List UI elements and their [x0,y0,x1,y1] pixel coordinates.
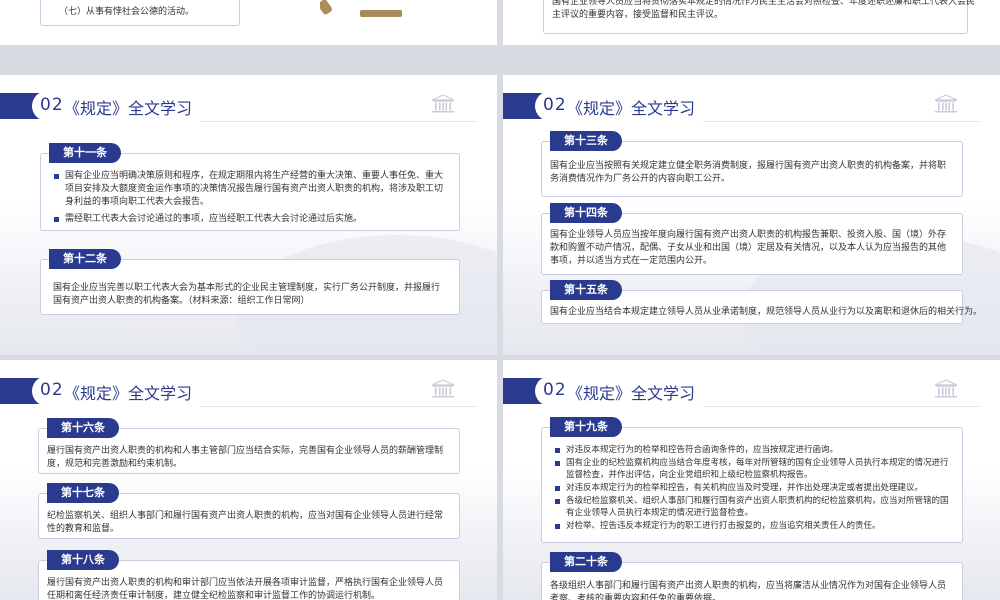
building-icon [934,379,958,399]
section-title: 《规定》全文学习 [64,99,193,118]
article-16-label: 第十六条 [47,418,119,438]
article-16-card: 第十六条 履行国有资产出资人职责的机构和人事主管部门应当结合实际，完善国有企业领… [38,418,460,474]
article-12-card: 第十二条 国有企业应当完善以职工代表大会为基本形式的企业民主管理制度，实行厂务公… [40,249,460,315]
article-20-label: 第二十条 [550,552,622,572]
article-19-bullet-4: 各级纪检监察机关、组织人事部门和履行国有资产出资人职责机构的纪检监察机构，应当对… [554,495,950,519]
article-10-line-1: 国有企业领导人员应当将贯彻落实本规定的情况作为民主生活会对照检查、年度述职述廉和… [552,0,976,7]
article-20-card: 第二十条 各级组织人事部门和履行国有资产出资人职责的机构，应当将廉洁从业情况作为… [541,552,963,600]
section-header: 02 《规定》全文学习 [0,91,497,122]
section-header: 02 《规定》全文学习 [0,376,497,407]
article-13-text: 国有企业应当按照有关规定建立健全职务消费制度，报履行国有资产出资人职责的机构备案… [550,161,947,184]
article-13-label: 第十三条 [550,131,622,151]
section-title: 《规定》全文学习 [64,384,193,403]
slide-top-right: 国有企业领导人员应当将贯彻落实本规定的情况作为民主生活会对照检查、年度述职述廉和… [503,0,1000,45]
article-19-label: 第十九条 [550,417,622,437]
article-12-text: 国有企业应当完善以职工代表大会为基本形式的企业民主管理制度，实行厂务公开制度，并… [53,283,441,306]
article-16-text: 履行国有资产出资人职责的机构和人事主管部门应当结合实际，完善国有企业领导人员的薪… [47,446,444,469]
article-11-bullet-1: 国有企业应当明确决策原则和程序，在规定期限内将生产经营的重大决策、重要人事任免、… [53,170,447,209]
slide-articles-11-12: 02 《规定》全文学习 第十一条 国有企业应当明确决策原则和程序，在规定期限内将… [0,75,497,355]
article-card-fragment-right: 国有企业领导人员应当将贯彻落实本规定的情况作为民主生活会对照检查、年度述职述廉和… [543,0,976,34]
article-15-text: 国有企业应当结合本规定建立领导人员从业承诺制度，规范领导人员从业行为以及离职和退… [550,307,983,317]
article-18-text: 履行国有资产出资人职责的机构和审计部门应当依法开展各项审计监督，严格执行国有企业… [47,578,444,600]
article-10-line-2: 主评议的重要内容，接受监督和民主评议。 [552,10,724,20]
slide-articles-16-18: 02 《规定》全文学习 第十六条 履行国有资产出资人职责的机构和人事主管部门应当… [0,360,497,600]
article-15-card: 第十五条 国有企业应当结合本规定建立领导人员从业承诺制度，规范领导人员从业行为以… [541,280,983,324]
article-14-label: 第十四条 [550,203,622,223]
article-17-card: 第十七条 纪检监察机关、组织人事部门和履行国有资产出资人职责的机构，应当对国有企… [38,483,460,539]
section-number: 02 [40,380,64,400]
slide-articles-13-15: 02 《规定》全文学习 第十三条 国有企业应当按照有关规定建立健全职务消费制度，… [503,75,1000,355]
section-number: 02 [40,95,64,115]
article-18-card: 第十八条 履行国有资产出资人职责的机构和审计部门应当依法开展各项审计监督，严格执… [38,550,460,600]
section-title: 《规定》全文学习 [567,384,696,403]
article-19-bullet-5: 对检举、控告违反本规定行为的职工进行打击报复的，应当追究相关责任人的责任。 [554,520,950,532]
article-11-card: 第十一条 国有企业应当明确决策原则和程序，在规定期限内将生产经营的重大决策、重要… [40,143,460,231]
article-11-bullet-2: 需经职工代表大会讨论通过的事项，应当经职工代表大会讨论通过后实施。 [53,213,447,226]
article-19-bullet-2: 国有企业的纪检监察机构应当结合年度考核，每年对所管辖的国有企业领导人员执行本规定… [554,457,950,481]
section-number: 02 [543,95,567,115]
article-20-text: 各级组织人事部门和履行国有资产出资人职责的机构，应当将廉洁从业情况作为对国有企业… [550,581,947,600]
section-header: 02 《规定》全文学习 [503,376,1000,407]
building-icon [934,94,958,114]
slide-articles-19-20: 02 《规定》全文学习 第十九条 对违反本规定行为的检举和控告符合函询条件的，应… [503,360,1000,600]
article-11-label: 第十一条 [49,143,121,163]
article-14-card: 第十四条 国有企业领导人员应当按年度向履行国有资产出资人职责的机构报告兼职、投资… [541,203,963,275]
section-header: 02 《规定》全文学习 [503,91,1000,122]
building-icon [431,379,455,399]
article-19-card: 第十九条 对违反本规定行为的检举和控告符合函询条件的，应当按规定进行函询。 国有… [541,417,963,543]
article-7-text: （七）从事有悖社会公德的活动。 [59,7,195,17]
article-14-text: 国有企业领导人员应当按年度向履行国有资产出资人职责的机构报告兼职、投资入股、国（… [550,230,947,266]
article-card-fragment: （七）从事有悖社会公德的活动。 [40,0,240,26]
slide-top-left: （七）从事有悖社会公德的活动。 [0,0,497,45]
article-12-label: 第十二条 [49,249,121,269]
article-17-text: 纪检监察机关、组织人事部门和履行国有资产出资人职责的机构，应当对国有企业领导人员… [47,511,444,534]
article-19-bullet-3: 对违反本规定行为的检举和控告，有关机构应当及时受理，并作出处理决定或者提出处理建… [554,482,950,494]
article-19-bullet-1: 对违反本规定行为的检举和控告符合函询条件的，应当按规定进行函询。 [554,444,950,456]
article-17-label: 第十七条 [47,483,119,503]
section-number: 02 [543,380,567,400]
article-18-label: 第十八条 [47,550,119,570]
article-15-label: 第十五条 [550,280,622,300]
article-13-card: 第十三条 国有企业应当按照有关规定建立健全职务消费制度，报履行国有资产出资人职责… [541,131,963,197]
gavel-icon [320,0,402,17]
building-icon [431,94,455,114]
section-title: 《规定》全文学习 [567,99,696,118]
